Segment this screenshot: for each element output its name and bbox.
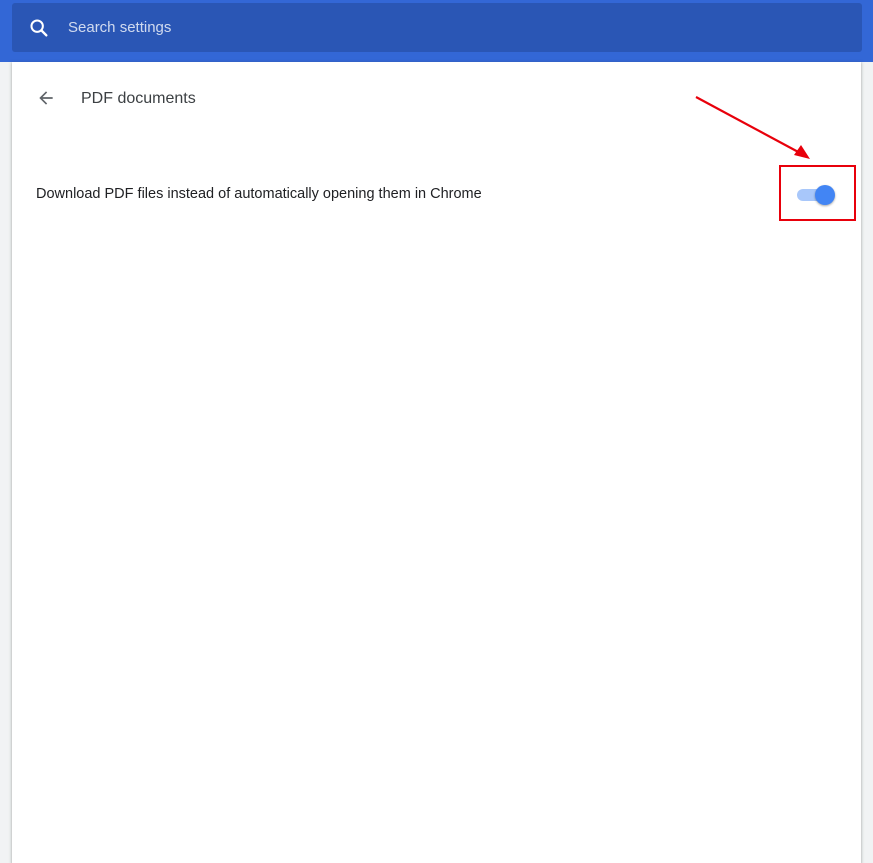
setting-label: Download PDF files instead of automatica… [36,186,482,202]
page-title: PDF documents [81,90,196,107]
search-icon [28,17,50,39]
search-box[interactable] [12,3,862,52]
back-arrow-icon [36,88,56,113]
download-pdf-toggle[interactable] [797,183,837,205]
setting-row-download-pdf: Download PDF files instead of automatica… [12,172,861,216]
search-input[interactable] [68,11,828,43]
settings-header [0,0,873,62]
back-button[interactable] [32,86,60,114]
settings-panel: PDF documents Download PDF files instead… [12,62,861,863]
toggle-knob [815,185,835,205]
